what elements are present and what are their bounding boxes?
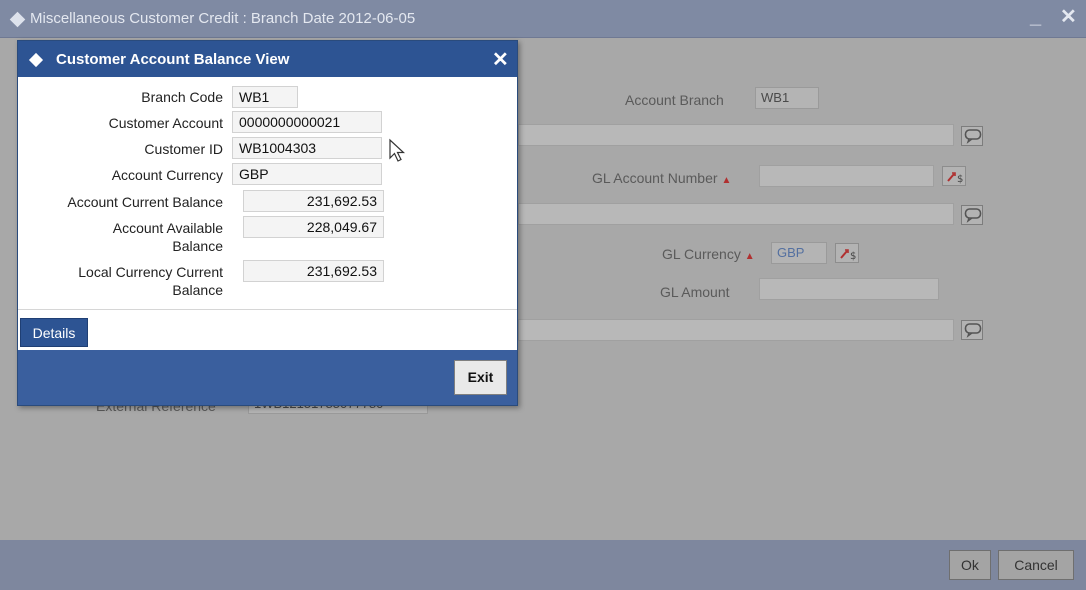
dialog-title: Customer Account Balance View <box>56 51 290 68</box>
customer-account-field[interactable]: 0000000000021 <box>232 111 382 133</box>
speech-bubble-icon <box>964 129 982 144</box>
account-branch-field[interactable]: WB1 <box>755 87 819 109</box>
gl-amount-field[interactable] <box>759 278 939 300</box>
svg-text:$: $ <box>957 174 963 185</box>
required-marker: ▲ <box>744 251 755 262</box>
customer-account-balance-dialog: Customer Account Balance View ✕ Branch C… <box>17 40 518 406</box>
narrative-button-3[interactable] <box>961 320 983 340</box>
account-currency-label: Account Currency <box>111 167 223 183</box>
customer-id-field[interactable]: WB1004303 <box>232 137 382 159</box>
dialog-diamond-icon <box>28 52 44 68</box>
dialog-close-button[interactable]: ✕ <box>492 47 509 72</box>
window-close-button[interactable]: ✕ <box>1060 4 1077 29</box>
account-current-balance-field[interactable]: 231,692.53 <box>243 190 384 212</box>
gl-amount-label: GL Amount <box>660 284 730 300</box>
dialog-footer <box>18 350 517 405</box>
account-available-balance-field[interactable]: 228,049.67 <box>243 216 384 238</box>
dialog-titlebar: Customer Account Balance View ✕ <box>18 41 517 77</box>
gl-currency-field[interactable]: GBP <box>771 242 827 264</box>
gl-account-number-label: GL Account Number ▲ <box>592 170 732 186</box>
local-currency-current-balance-field[interactable]: 231,692.53 <box>243 260 384 282</box>
main-window-titlebar: Miscellaneous Customer Credit : Branch D… <box>0 0 1086 38</box>
main-window-title: Miscellaneous Customer Credit : Branch D… <box>30 10 416 27</box>
account-branch-label: Account Branch <box>625 92 724 108</box>
main-window-footer <box>0 540 1086 590</box>
gl-currency-lov-button[interactable]: $ <box>835 243 859 263</box>
customer-id-label: Customer ID <box>144 141 223 157</box>
details-tab[interactable]: Details <box>20 318 88 347</box>
lov-search-icon: $ <box>840 249 856 262</box>
narrative-button-1[interactable] <box>961 126 983 146</box>
description-field-1[interactable] <box>518 124 954 146</box>
app-diamond-icon <box>9 11 26 28</box>
mouse-cursor-icon <box>389 138 406 162</box>
dialog-divider <box>18 309 517 310</box>
gl-account-number-field[interactable] <box>759 165 934 187</box>
speech-bubble-icon <box>964 208 982 223</box>
description-field-3[interactable] <box>518 319 954 341</box>
account-currency-field[interactable]: GBP <box>232 163 382 185</box>
ok-button[interactable]: Ok <box>949 550 991 580</box>
account-current-balance-label: Account Current Balance <box>67 194 223 210</box>
minimize-button[interactable]: _ <box>1030 6 1041 29</box>
required-marker: ▲ <box>721 175 732 186</box>
cancel-button[interactable]: Cancel <box>998 550 1074 580</box>
lov-search-icon: $ <box>947 172 963 185</box>
customer-account-label: Customer Account <box>108 115 223 131</box>
gl-account-lov-button[interactable]: $ <box>942 166 966 186</box>
exit-button[interactable]: Exit <box>454 360 507 395</box>
local-currency-current-balance-label: Local Currency Current Balance <box>78 264 223 298</box>
svg-text:$: $ <box>850 251 856 262</box>
description-field-2[interactable] <box>518 203 954 225</box>
narrative-button-2[interactable] <box>961 205 983 225</box>
account-available-balance-label: Account Available Balance <box>112 220 223 254</box>
gl-currency-label: GL Currency ▲ <box>662 246 755 262</box>
branch-code-label: Branch Code <box>141 89 223 105</box>
branch-code-field[interactable]: WB1 <box>232 86 298 108</box>
speech-bubble-icon <box>964 323 982 338</box>
